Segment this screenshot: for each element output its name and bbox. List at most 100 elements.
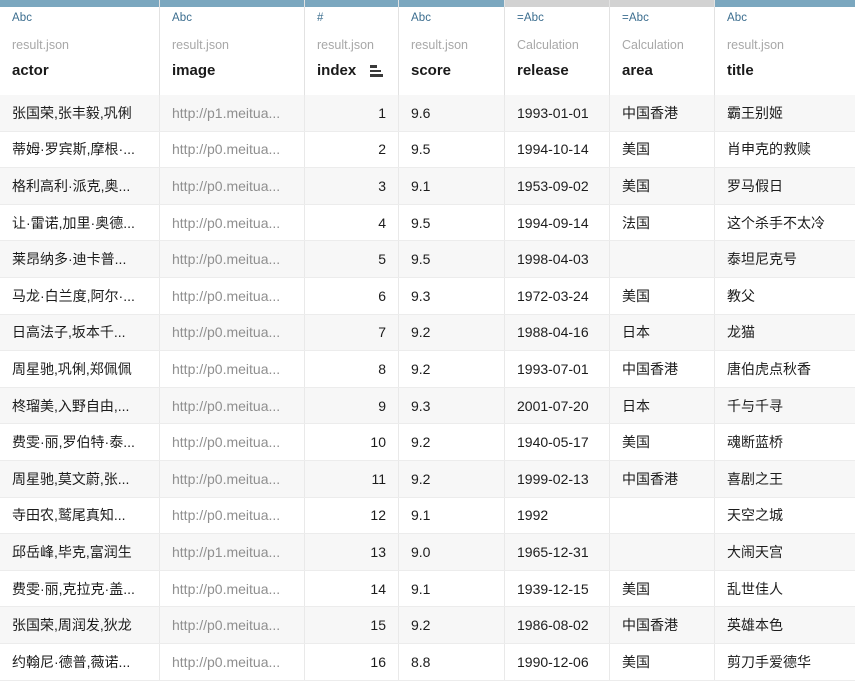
cell-title[interactable]: 乱世佳人 — [715, 571, 855, 607]
cell-area[interactable] — [610, 497, 715, 534]
cell-area[interactable] — [610, 534, 715, 570]
cell-image[interactable]: http://p0.meitua... — [160, 351, 305, 387]
cell-index[interactable]: 11 — [305, 460, 399, 497]
column-header-release[interactable]: =Abc Calculation release — [505, 0, 610, 95]
cell-score[interactable]: 9.3 — [399, 277, 505, 314]
cell-actor[interactable]: 寺田农,鹫尾真知... — [0, 497, 160, 534]
cell-area[interactable]: 美国 — [610, 277, 715, 314]
cell-area[interactable]: 中国香港 — [610, 607, 715, 643]
cell-title[interactable]: 罗马假日 — [715, 168, 855, 204]
cell-title[interactable]: 唐伯虎点秋香 — [715, 351, 855, 387]
cell-score[interactable]: 9.5 — [399, 131, 505, 168]
column-name-label[interactable]: index — [317, 61, 356, 81]
cell-image[interactable]: http://p0.meitua... — [160, 131, 305, 168]
cell-release[interactable]: 1990-12-06 — [505, 643, 610, 680]
hash-number-icon[interactable]: # — [317, 11, 386, 26]
abc-text-icon[interactable]: Abc — [727, 11, 843, 26]
cell-image[interactable]: http://p0.meitua... — [160, 497, 305, 534]
cell-actor[interactable]: 让·雷诺,加里·奥德... — [0, 204, 160, 241]
table-row[interactable]: 日高法子,坂本千... http://p0.meitua... 7 9.2 1988-0… — [0, 314, 855, 352]
calculated-text-icon[interactable]: =Abc — [622, 11, 702, 26]
cell-area[interactable]: 美国 — [610, 424, 715, 460]
cell-image[interactable]: http://p0.meitua... — [160, 314, 305, 351]
cell-release[interactable]: 1988-04-16 — [505, 314, 610, 351]
cell-actor[interactable]: 日高法子,坂本千... — [0, 314, 160, 351]
cell-title[interactable]: 英雄本色 — [715, 607, 855, 643]
cell-score[interactable]: 9.1 — [399, 570, 505, 607]
cell-index[interactable]: 6 — [305, 277, 399, 314]
cell-score[interactable]: 9.5 — [399, 204, 505, 241]
cell-release[interactable]: 1993-07-01 — [505, 351, 610, 387]
cell-area[interactable]: 法国 — [610, 204, 715, 241]
cell-release[interactable]: 1999-02-13 — [505, 460, 610, 497]
cell-actor[interactable]: 张国荣,张丰毅,巩俐 — [0, 95, 160, 131]
table-row[interactable]: 让·雷诺,加里·奥德... http://p0.meitua... 4 9.5 1994… — [0, 204, 855, 242]
table-row[interactable]: 约翰尼·德普,薇诺... http://p0.meitua... 16 8.8 1990… — [0, 643, 855, 681]
cell-release[interactable]: 2001-07-20 — [505, 387, 610, 424]
cell-area[interactable]: 美国 — [610, 168, 715, 204]
cell-title[interactable]: 千与千寻 — [715, 388, 855, 424]
cell-actor[interactable]: 邱岳峰,毕克,富润生 — [0, 534, 160, 570]
cell-image[interactable]: http://p0.meitua... — [160, 204, 305, 241]
cell-release[interactable]: 1940-05-17 — [505, 424, 610, 460]
cell-actor[interactable]: 莱昂纳多·迪卡普... — [0, 241, 160, 277]
cell-image[interactable]: http://p0.meitua... — [160, 424, 305, 460]
cell-title[interactable]: 泰坦尼克号 — [715, 241, 855, 277]
column-header-actor[interactable]: Abc result.json actor — [0, 0, 160, 95]
cell-index[interactable]: 1 — [305, 95, 399, 131]
cell-actor[interactable]: 周星驰,巩俐,郑佩佩 — [0, 351, 160, 387]
table-row[interactable]: 张国荣,张丰毅,巩俐 http://p1.meitua... 1 9.6 1993-01… — [0, 95, 855, 132]
cell-actor[interactable]: 约翰尼·德普,薇诺... — [0, 643, 160, 680]
cell-title[interactable]: 龙猫 — [715, 315, 855, 351]
cell-title[interactable]: 教父 — [715, 278, 855, 314]
cell-release[interactable]: 1986-08-02 — [505, 607, 610, 643]
table-row[interactable]: 费雯·丽,克拉克·盖... http://p0.meitua... 14 9.1 193… — [0, 570, 855, 608]
cell-index[interactable]: 10 — [305, 424, 399, 460]
cell-index[interactable]: 7 — [305, 314, 399, 351]
abc-text-icon[interactable]: Abc — [172, 11, 292, 26]
cell-title[interactable]: 剪刀手爱德华 — [715, 644, 855, 680]
cell-image[interactable]: http://p1.meitua... — [160, 534, 305, 570]
column-name-label[interactable]: title — [727, 61, 754, 81]
cell-actor[interactable]: 费雯·丽,克拉克·盖... — [0, 570, 160, 607]
cell-area[interactable]: 中国香港 — [610, 460, 715, 497]
column-header-index[interactable]: # result.json index — [305, 0, 399, 95]
cell-release[interactable]: 1939-12-15 — [505, 570, 610, 607]
table-row[interactable]: 马龙·白兰度,阿尔·... http://p0.meitua... 6 9.3 1972… — [0, 277, 855, 315]
cell-score[interactable]: 9.2 — [399, 424, 505, 460]
calculated-text-icon[interactable]: =Abc — [517, 11, 597, 26]
cell-release[interactable]: 1998-04-03 — [505, 241, 610, 277]
cell-image[interactable]: http://p0.meitua... — [160, 277, 305, 314]
cell-index[interactable]: 2 — [305, 131, 399, 168]
cell-score[interactable]: 9.1 — [399, 497, 505, 534]
cell-actor[interactable]: 格利高利·派克,奥... — [0, 168, 160, 204]
column-name-label[interactable]: release — [517, 61, 569, 81]
cell-index[interactable]: 4 — [305, 204, 399, 241]
cell-index[interactable]: 5 — [305, 241, 399, 277]
cell-actor[interactable]: 周星驰,莫文蔚,张... — [0, 460, 160, 497]
cell-title[interactable]: 魂断蓝桥 — [715, 424, 855, 460]
cell-image[interactable]: http://p0.meitua... — [160, 241, 305, 277]
cell-actor[interactable]: 张国荣,周润发,狄龙 — [0, 607, 160, 643]
column-name-label[interactable]: actor — [12, 61, 49, 81]
cell-index[interactable]: 16 — [305, 643, 399, 680]
column-header-area[interactable]: =Abc Calculation area — [610, 0, 715, 95]
cell-release[interactable]: 1994-09-14 — [505, 204, 610, 241]
cell-title[interactable]: 这个杀手不太冷 — [715, 205, 855, 241]
cell-image[interactable]: http://p0.meitua... — [160, 168, 305, 204]
table-row[interactable]: 莱昂纳多·迪卡普... http://p0.meitua... 5 9.5 1998-0… — [0, 241, 855, 278]
cell-image[interactable]: http://p1.meitua... — [160, 95, 305, 131]
cell-title[interactable]: 霸王别姬 — [715, 95, 855, 131]
table-row[interactable]: 格利高利·派克,奥... http://p0.meitua... 3 9.1 1953-… — [0, 168, 855, 205]
cell-area[interactable]: 日本 — [610, 314, 715, 351]
cell-actor[interactable]: 马龙·白兰度,阿尔·... — [0, 277, 160, 314]
cell-index[interactable]: 8 — [305, 351, 399, 387]
column-name-label[interactable]: image — [172, 61, 215, 81]
cell-release[interactable]: 1953-09-02 — [505, 168, 610, 204]
cell-score[interactable]: 9.2 — [399, 351, 505, 387]
cell-image[interactable]: http://p0.meitua... — [160, 570, 305, 607]
cell-score[interactable]: 9.3 — [399, 387, 505, 424]
cell-score[interactable]: 9.2 — [399, 607, 505, 643]
column-header-image[interactable]: Abc result.json image — [160, 0, 305, 95]
cell-score[interactable]: 9.5 — [399, 241, 505, 277]
